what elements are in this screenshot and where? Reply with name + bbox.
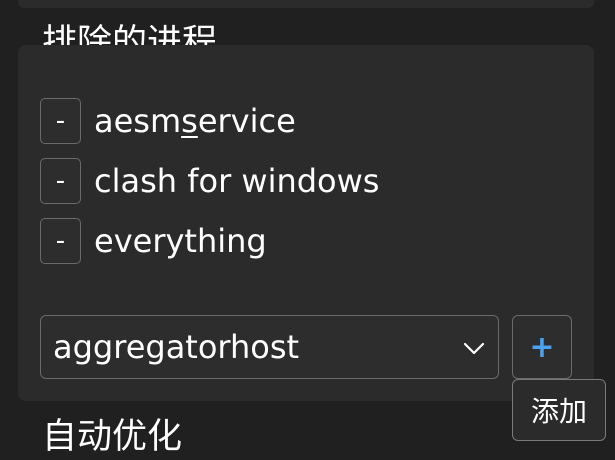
remove-process-button[interactable]: -	[40, 98, 81, 144]
process-name: aesmservice	[94, 98, 296, 144]
remove-process-button[interactable]: -	[40, 218, 81, 264]
minus-icon: -	[55, 166, 66, 196]
process-name-part: aesm	[94, 102, 182, 140]
plus-icon: +	[529, 329, 555, 365]
section-title-auto-optimize: 自动优化	[42, 417, 183, 457]
process-row: - everything	[40, 218, 267, 264]
previous-panel-edge	[18, 0, 594, 8]
add-process-button[interactable]: +	[512, 315, 572, 379]
remove-process-button[interactable]: -	[40, 158, 81, 204]
process-name: everything	[94, 222, 267, 260]
process-select-value: aggregatorhost	[53, 328, 300, 366]
process-select-dropdown[interactable]: aggregatorhost	[40, 315, 499, 379]
add-button-tooltip: 添加	[512, 379, 606, 441]
process-name: clash for windows	[94, 162, 380, 200]
process-name-part: ervice	[197, 102, 296, 140]
process-name-underlined-char: s	[181, 102, 198, 140]
process-row: - clash for windows	[40, 158, 379, 204]
chevron-down-icon	[463, 342, 485, 355]
minus-icon: -	[55, 226, 66, 256]
process-row: - aesmservice	[40, 98, 296, 144]
minus-icon: -	[55, 106, 66, 136]
